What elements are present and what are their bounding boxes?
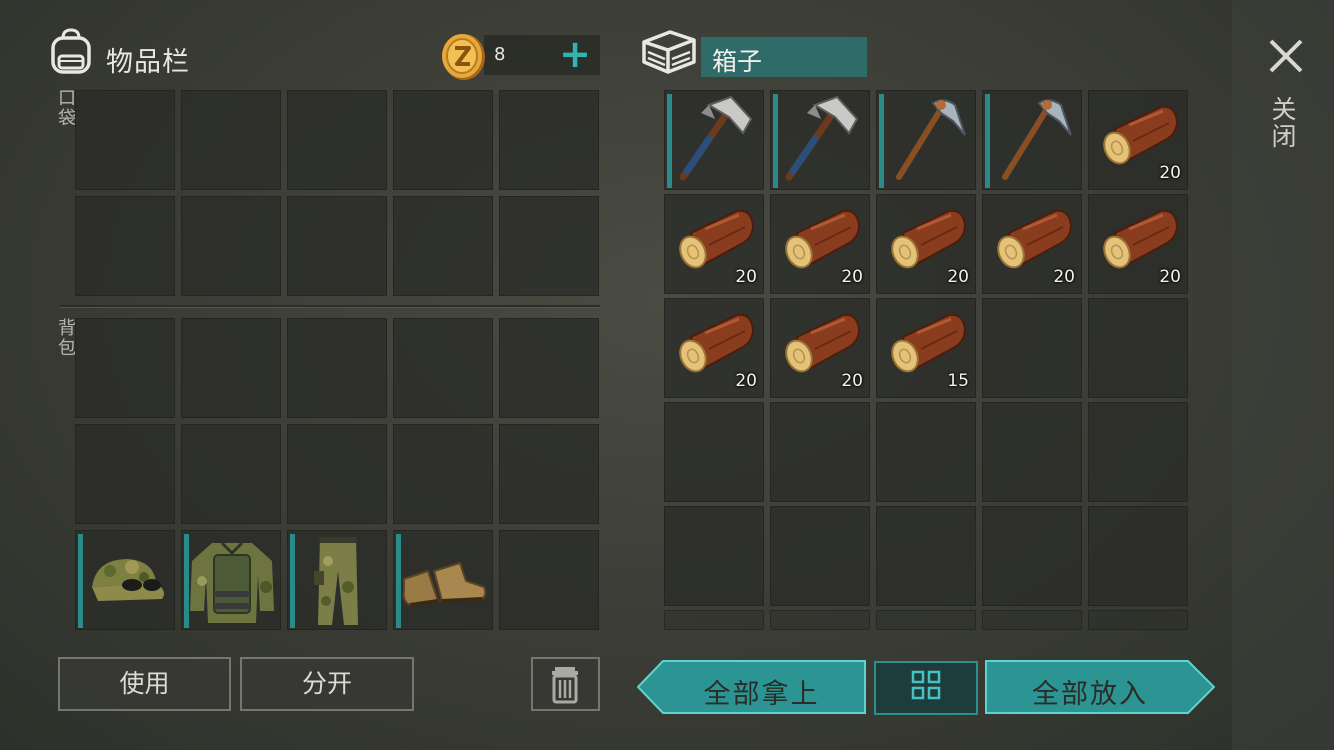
box-slot-empty[interactable]: [982, 402, 1082, 502]
box-slot-hatchet[interactable]: [664, 90, 764, 190]
equipment-slot-camo-armored-jacket[interactable]: [181, 530, 281, 630]
box-slot-partial[interactable]: [1088, 610, 1188, 630]
equipment-slot-camo-pants[interactable]: [287, 530, 387, 630]
equipment-slot-camo-cap-with-sunglasses[interactable]: [75, 530, 175, 630]
pocket-slot[interactable]: [181, 196, 281, 296]
add-coins-button[interactable]: +: [558, 35, 592, 75]
box-slot-partial[interactable]: [770, 610, 870, 630]
box-slot-partial[interactable]: [876, 610, 976, 630]
pocket-slot[interactable]: [287, 90, 387, 190]
item-quantity: 20: [735, 371, 757, 391]
box-slot-empty[interactable]: [770, 402, 870, 502]
box-slot-empty[interactable]: [770, 506, 870, 606]
box-slot-empty[interactable]: [876, 402, 976, 502]
box-slot-log[interactable]: 20: [770, 298, 870, 398]
box-slot-partial[interactable]: [982, 610, 1082, 630]
trash-icon: [552, 667, 578, 704]
item-quantity: 20: [735, 267, 757, 287]
backpack-slot[interactable]: [393, 424, 493, 524]
camo-cap-icon: [92, 559, 164, 601]
take-all-button[interactable]: 全部拿上: [637, 660, 866, 714]
camo-jacket-icon: [190, 541, 274, 623]
backpack-icon: [46, 26, 96, 76]
item-quantity: 20: [841, 371, 863, 391]
pocket-slot[interactable]: [499, 90, 599, 190]
camo-pants-icon: [314, 537, 358, 625]
box-slot-empty[interactable]: [1088, 402, 1188, 502]
pocket-slot[interactable]: [287, 196, 387, 296]
take-all-label: 全部拿上: [703, 679, 820, 710]
box-slot-log[interactable]: 20: [876, 194, 976, 294]
box-slot-pickaxe[interactable]: [982, 90, 1082, 190]
pocket-slot[interactable]: [393, 196, 493, 296]
item-quantity: 20: [1053, 267, 1075, 287]
backpack-slot[interactable]: [499, 424, 599, 524]
trash-button[interactable]: [531, 657, 600, 711]
backpack-slot[interactable]: [75, 318, 175, 418]
box-slot-log[interactable]: 20: [1088, 194, 1188, 294]
pocket-slot[interactable]: [75, 90, 175, 190]
box-slot-hatchet[interactable]: [770, 90, 870, 190]
item-quantity: 20: [1159, 163, 1181, 183]
box-slot-empty[interactable]: [982, 298, 1082, 398]
box-slot-log[interactable]: 20: [982, 194, 1082, 294]
close-label[interactable]: 关闭: [1268, 96, 1300, 150]
close-button[interactable]: [1264, 34, 1308, 78]
split-button[interactable]: 分开: [240, 657, 414, 711]
hatchet-icon: [785, 95, 859, 181]
backpack-slot[interactable]: [181, 424, 281, 524]
box-slot-empty[interactable]: [664, 506, 764, 606]
coin-count: 8: [494, 44, 506, 65]
grid-sort-icon: [911, 670, 941, 700]
box-slot-log[interactable]: 20: [770, 194, 870, 294]
pocket-slot[interactable]: [499, 196, 599, 296]
box-slot-log[interactable]: 20: [664, 298, 764, 398]
box-slot-log[interactable]: 20: [1088, 90, 1188, 190]
box-slot-empty[interactable]: [1088, 298, 1188, 398]
inventory-title: 物品栏: [106, 47, 190, 78]
put-all-button[interactable]: 全部放入: [985, 660, 1215, 714]
pocket-slot[interactable]: [181, 90, 281, 190]
backpack-slot[interactable]: [499, 318, 599, 418]
use-button[interactable]: 使用: [58, 657, 231, 711]
pocket-slot[interactable]: [393, 90, 493, 190]
close-icon: [1269, 39, 1303, 73]
storage-box-icon: [640, 26, 698, 78]
backpack-slot[interactable]: [393, 318, 493, 418]
box-slot-pickaxe[interactable]: [876, 90, 976, 190]
box-slot-empty[interactable]: [982, 506, 1082, 606]
pocket-slot[interactable]: [75, 196, 175, 296]
backpack-slot[interactable]: [75, 424, 175, 524]
put-all-label: 全部放入: [1032, 679, 1148, 710]
equipment-slot-empty[interactable]: [499, 530, 599, 630]
item-quantity: 20: [947, 267, 969, 287]
equipment-slot-leather-boots[interactable]: [393, 530, 493, 630]
coin-icon: [440, 31, 486, 81]
backpack-slot[interactable]: [181, 318, 281, 418]
item-quantity: 15: [947, 371, 969, 391]
box-slot-empty[interactable]: [664, 402, 764, 502]
box-slot-empty[interactable]: [1088, 506, 1188, 606]
box-slot-empty[interactable]: [876, 506, 976, 606]
hatchet-icon: [679, 95, 753, 181]
pickaxe-icon: [1002, 99, 1072, 180]
item-quantity: 20: [1159, 267, 1181, 287]
leather-boots-icon: [402, 561, 487, 607]
box-slot-log[interactable]: 20: [664, 194, 764, 294]
item-quantity: 20: [841, 267, 863, 287]
box-slot-log[interactable]: 15: [876, 298, 976, 398]
box-title: 箱子: [712, 47, 763, 76]
backpack-slot[interactable]: [287, 424, 387, 524]
box-slot-partial[interactable]: [664, 610, 764, 630]
pickaxe-icon: [896, 99, 966, 180]
section-divider: [60, 305, 600, 307]
sort-button[interactable]: [874, 661, 978, 715]
backpack-slot[interactable]: [287, 318, 387, 418]
